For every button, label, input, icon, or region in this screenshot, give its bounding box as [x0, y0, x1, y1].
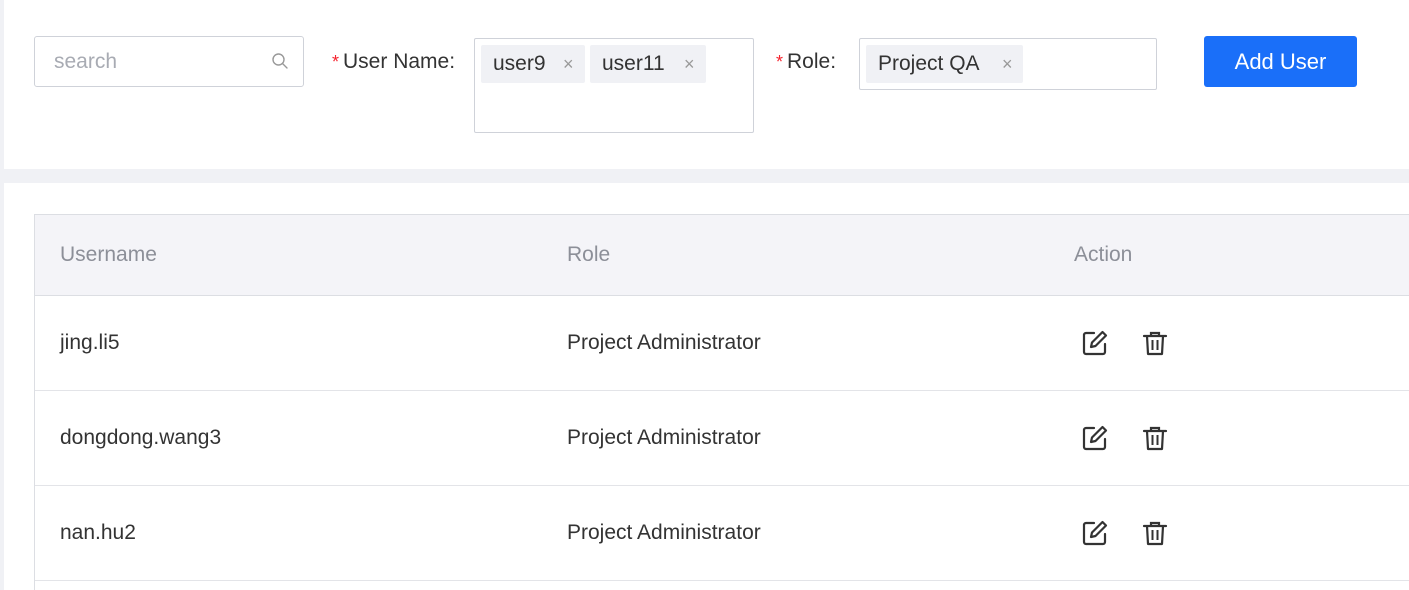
- tag-label: user11: [602, 52, 665, 75]
- required-mark: *: [332, 52, 340, 72]
- required-mark: *: [776, 52, 784, 72]
- add-user-button[interactable]: Add User: [1204, 36, 1357, 87]
- edit-icon[interactable]: [1082, 520, 1108, 546]
- search-icon[interactable]: [271, 52, 289, 70]
- tag-close-icon[interactable]: ×: [1002, 45, 1013, 83]
- username-cell: nan.hu2: [60, 521, 136, 544]
- tag-close-icon[interactable]: ×: [684, 45, 695, 83]
- trash-icon[interactable]: [1142, 425, 1168, 451]
- user-name-label: * User Name:: [332, 50, 456, 73]
- role-label: * Role:: [776, 50, 837, 73]
- search-input[interactable]: [36, 38, 261, 85]
- trash-icon[interactable]: [1142, 330, 1168, 356]
- role-select[interactable]: Project QA ×: [859, 38, 1157, 90]
- search-box[interactable]: [34, 36, 304, 87]
- role-cell: Project Administrator: [567, 521, 761, 544]
- user-name-select[interactable]: user9 × user11 ×: [474, 38, 754, 133]
- user-table: Username Role Action jing.li5 Project Ad…: [34, 214, 1409, 590]
- column-header-role: Role: [567, 243, 611, 266]
- tag-close-icon[interactable]: ×: [563, 45, 574, 83]
- table-row: dongdong.wang3 Project Administrator: [35, 391, 1409, 486]
- username-cell: dongdong.wang3: [60, 426, 222, 449]
- role-cell: Project Administrator: [567, 331, 761, 354]
- role-cell: Project Administrator: [567, 426, 761, 449]
- trash-icon[interactable]: [1142, 520, 1168, 546]
- tag-label: user9: [493, 52, 546, 75]
- tag-label: Project QA: [878, 52, 980, 75]
- role-tag: Project QA ×: [866, 45, 1023, 83]
- table-row: nan.hu2 Project Administrator: [35, 486, 1409, 581]
- username-cell: jing.li5: [60, 331, 120, 354]
- column-header-action: Action: [1074, 243, 1133, 266]
- table-row: jing.li5 Project Administrator: [35, 296, 1409, 391]
- edit-icon[interactable]: [1082, 330, 1108, 356]
- edit-icon[interactable]: [1082, 425, 1108, 451]
- column-header-username: Username: [60, 243, 157, 266]
- user-tag: user9 ×: [481, 45, 585, 83]
- user-tag: user11 ×: [590, 45, 706, 83]
- table-header: Username Role Action: [35, 215, 1409, 296]
